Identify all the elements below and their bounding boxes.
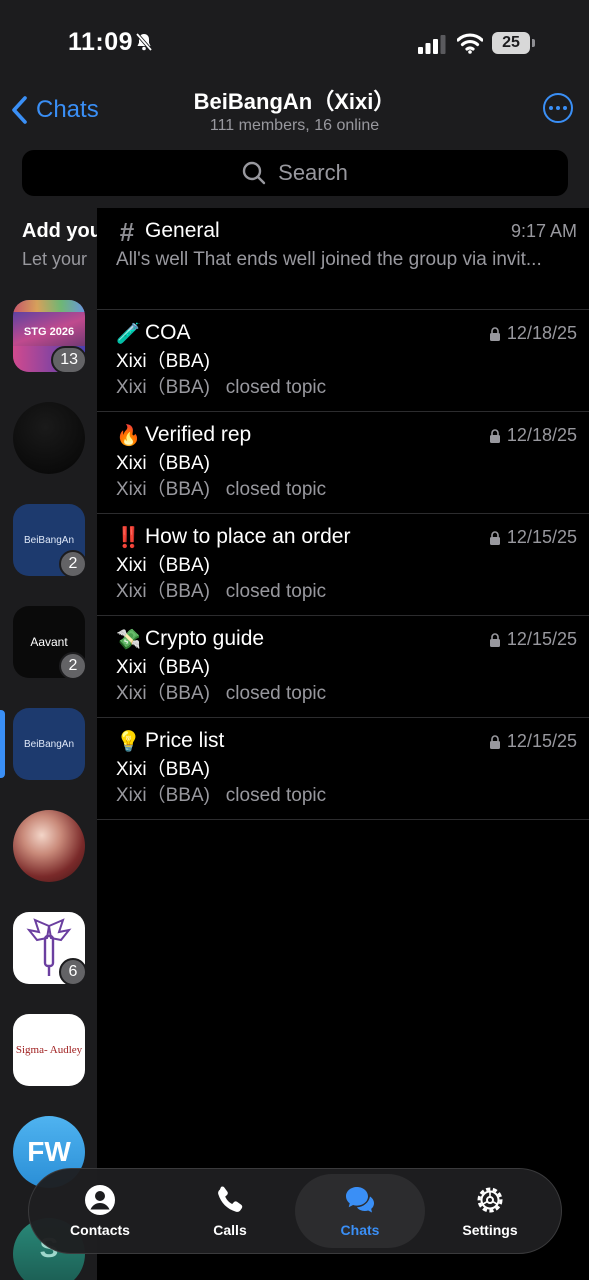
avatar-label: Sigma- Audley [15, 1044, 83, 1056]
tab-settings[interactable]: Settings [425, 1174, 555, 1248]
avatar-initials: FW [27, 1136, 71, 1167]
tab-bar: Contacts Calls Chats Settings [28, 1168, 562, 1254]
battery-icon: 25 [492, 32, 536, 54]
double-exclamation-icon: ‼️ [116, 527, 141, 549]
tab-contacts[interactable]: Contacts [35, 1174, 165, 1248]
topic-name: Verified rep [145, 423, 252, 446]
topic-row[interactable]: 🧪 COA 12/18/25 Xixi（BBA) Xixi（BBA) close… [97, 310, 589, 412]
topic-last-message: Xixi（BBA) closed topic [116, 785, 327, 806]
status-bar: 11:09 25 [0, 0, 589, 88]
avatar-label: BeiBangAn [23, 534, 75, 546]
back-button[interactable]: Chats [10, 92, 99, 128]
topic-sender: Xixi（BBA) [116, 351, 210, 372]
topic-time: 12/15/25 [489, 527, 577, 548]
topic-last-message: Xixi（BBA) closed topic [116, 377, 327, 398]
topic-time: 12/15/25 [489, 731, 577, 752]
page-title: BeiBangAn（Xixi） [193, 89, 396, 114]
topic-time: 12/18/25 [489, 425, 577, 446]
add-banner-title: Add you [22, 220, 97, 242]
topic-row[interactable]: # General 9:17 AM All's well That ends w… [97, 208, 589, 310]
lock-icon [489, 632, 500, 647]
chat-sidebar: Add you Let your STG 2026 13 BeiBangAn 2… [0, 208, 97, 1280]
chat-avatar-sigma-audley[interactable]: Sigma- Audley [13, 1014, 85, 1086]
topic-row[interactable]: 💡 Price list 12/15/25 Xixi（BBA) Xixi（BBA… [97, 718, 589, 820]
tab-calls[interactable]: Calls [165, 1174, 295, 1248]
topic-sender: Xixi（BBA) [116, 759, 210, 780]
avatar-label: BeiBangAn [23, 738, 75, 750]
topic-sender: Xixi（BBA) [116, 453, 210, 474]
tab-label: Chats [340, 1222, 380, 1238]
add-banner-subtitle: Let your [22, 249, 88, 269]
nav-bar: Chats BeiBangAn（Xixi） 111 members, 16 on… [0, 88, 589, 208]
search-input[interactable]: Search [22, 150, 568, 196]
lock-icon [489, 326, 500, 341]
avatar-label: Aavant [30, 635, 68, 649]
tab-label: Contacts [70, 1222, 130, 1238]
more-options-button[interactable] [543, 93, 573, 123]
unread-badge: 6 [59, 958, 87, 986]
back-label: Chats [36, 96, 99, 123]
unread-badge: 13 [51, 346, 87, 374]
hashtag-icon: # [119, 217, 135, 247]
chat-bubbles-icon [346, 1187, 374, 1213]
add-account-banner[interactable]: Add you Let your [22, 220, 97, 270]
chat-avatar-dark[interactable] [13, 402, 85, 474]
lock-icon [489, 428, 500, 443]
person-circle-icon [85, 1185, 115, 1215]
wifi-icon [457, 33, 483, 54]
topic-preview: All's well That ends well joined the gro… [116, 249, 542, 270]
chat-avatar-winged-vial[interactable]: 6 [13, 912, 87, 986]
gear-icon [477, 1187, 503, 1213]
bell-off-icon [135, 32, 153, 52]
light-bulb-icon: 💡 [116, 731, 141, 753]
fire-icon: 🔥 [116, 425, 141, 447]
topic-time: 9:17 AM [510, 221, 577, 241]
topic-last-message: Xixi（BBA) closed topic [116, 683, 327, 704]
chat-avatar-aavant[interactable]: Aavant 2 [13, 606, 87, 680]
phone-icon [218, 1186, 243, 1212]
avatar-label: STG 2026 [23, 326, 75, 338]
topic-sender: Xixi（BBA) [116, 555, 210, 576]
topic-name: COA [145, 321, 191, 344]
topic-last-message: Xixi（BBA) closed topic [116, 581, 327, 602]
topic-last-message: Xixi（BBA) closed topic [116, 479, 327, 500]
topic-name: General [145, 219, 220, 242]
unread-badge: 2 [59, 550, 87, 578]
topic-time: 12/15/25 [489, 629, 577, 650]
topic-row[interactable]: 🔥 Verified rep 12/18/25 Xixi（BBA) Xixi（B… [97, 412, 589, 514]
selected-chat-indicator [0, 710, 5, 778]
group-title-block[interactable]: BeiBangAn（Xixi） 111 members, 16 online [110, 88, 479, 136]
tab-chats[interactable]: Chats [295, 1174, 425, 1248]
test-tube-icon: 🧪 [116, 323, 141, 345]
topic-list: # General 9:17 AM All's well That ends w… [97, 208, 589, 820]
status-time: 11:09 [68, 28, 134, 56]
unread-badge: 2 [59, 652, 87, 680]
money-wings-icon: 💸 [116, 629, 141, 651]
search-icon [242, 161, 266, 185]
tab-label: Calls [213, 1222, 247, 1238]
lock-icon [489, 530, 500, 545]
chevron-left-icon [12, 96, 27, 124]
topic-row[interactable]: 💸 Crypto guide 12/15/25 Xixi（BBA) Xixi（B… [97, 616, 589, 718]
chat-avatar-beibangan-selected[interactable]: BeiBangAn [13, 708, 85, 780]
chat-avatar-photo[interactable] [13, 810, 85, 882]
lock-icon [489, 734, 500, 749]
topic-sender: Xixi（BBA) [116, 657, 210, 678]
topic-row[interactable]: ‼️ How to place an order 12/15/25 Xixi（B… [97, 514, 589, 616]
signal-icon [418, 35, 446, 54]
topic-time: 12/18/25 [489, 323, 577, 344]
chat-avatar-stg[interactable]: STG 2026 13 [13, 300, 87, 374]
topic-name: Price list [145, 729, 225, 752]
chat-avatar-beibangan[interactable]: BeiBangAn 2 [13, 504, 87, 578]
battery-level: 25 [492, 32, 530, 54]
topic-name: Crypto guide [145, 627, 265, 650]
member-count: 111 members, 16 online [209, 117, 380, 134]
search-placeholder: Search [278, 160, 348, 185]
tab-label: Settings [462, 1222, 518, 1238]
topic-name: How to place an order [145, 525, 351, 548]
